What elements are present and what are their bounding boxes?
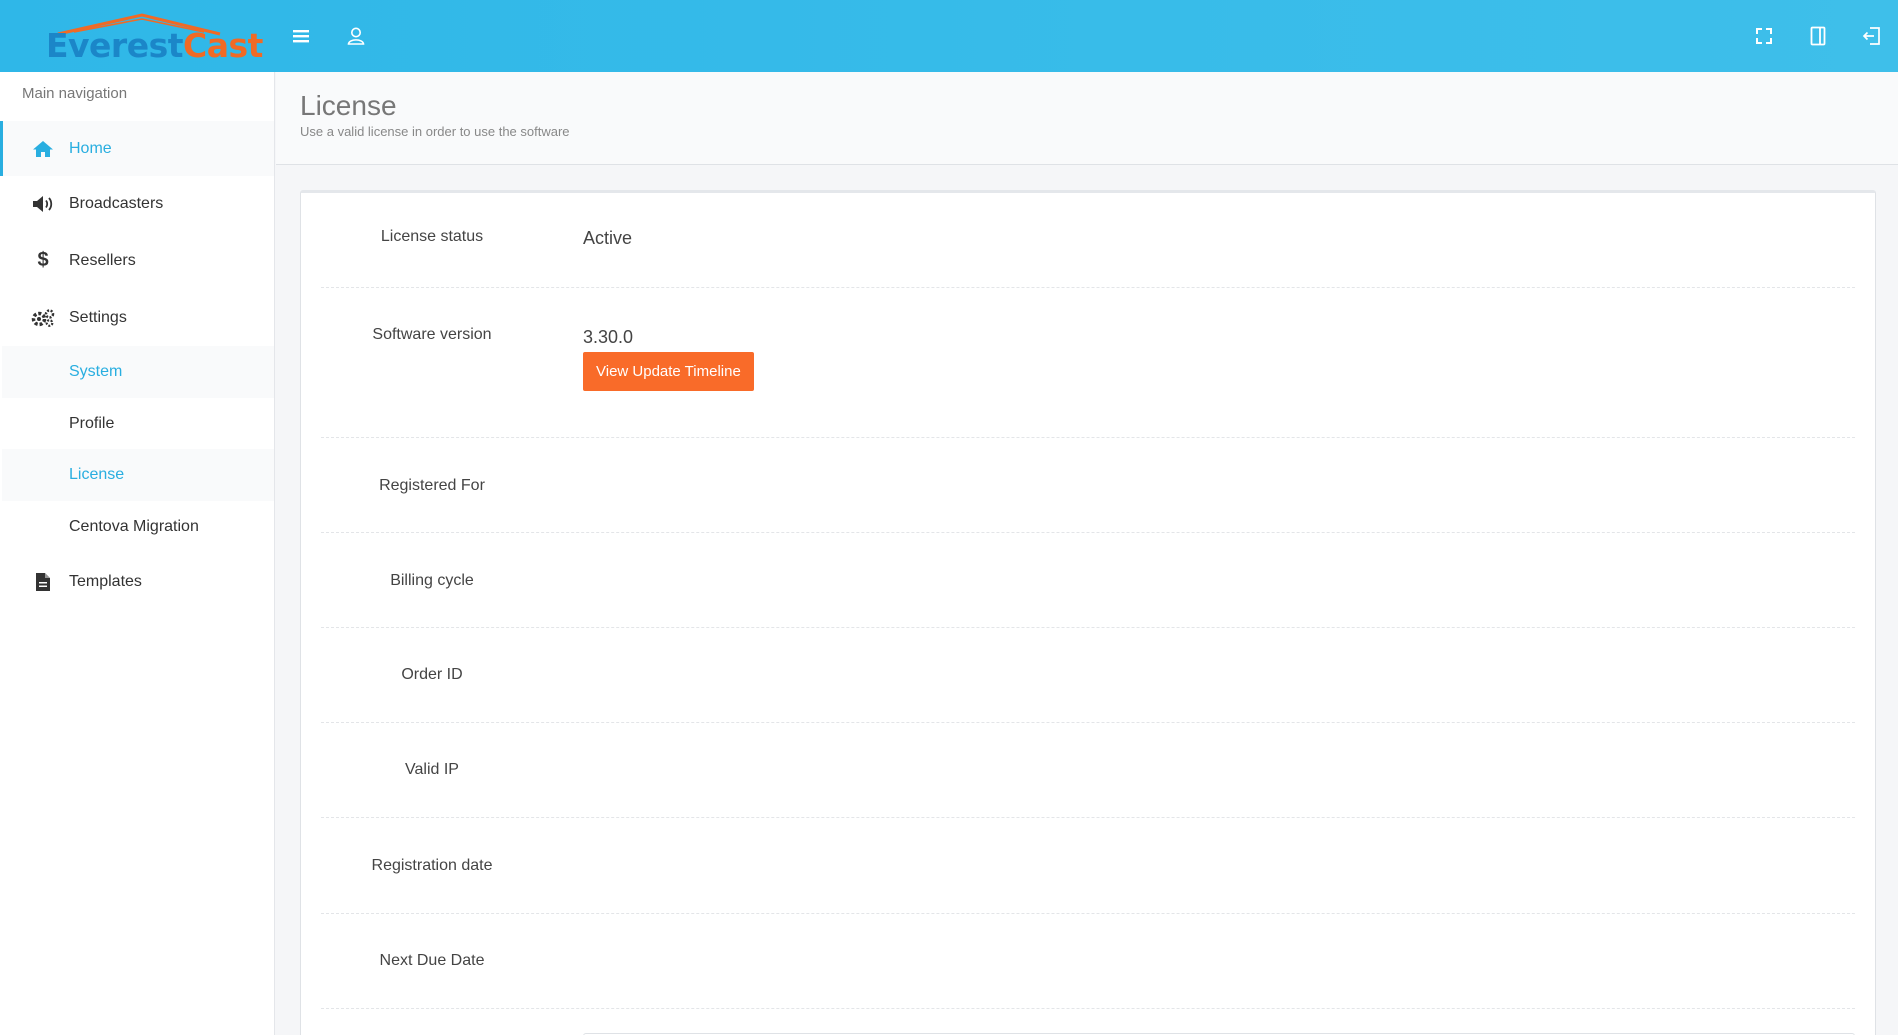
sidebar-item-templates[interactable]: Templates [0, 554, 274, 609]
sidebar-item-label: Settings [69, 308, 127, 326]
sidebar-subitem-profile[interactable]: Profile [2, 398, 274, 450]
row-label: Software version [372, 326, 492, 343]
panel-icon[interactable] [1804, 22, 1832, 50]
dollar-icon: $ [37, 249, 49, 271]
license-row-registered-for: Registered For [321, 438, 1855, 533]
sidebar-subitem-centova-migration[interactable]: Centova Migration [2, 501, 274, 553]
row-label: Valid IP [405, 761, 459, 778]
license-row-valid-ip: Valid IP [321, 723, 1855, 818]
row-label: License status [380, 228, 484, 245]
page-subtitle: Use a valid license in order to use the … [300, 124, 570, 139]
file-icon [30, 572, 56, 592]
row-label: Order ID [401, 666, 463, 683]
row-label: Next Due Date [379, 952, 485, 969]
user-icon[interactable] [342, 22, 370, 50]
sidebar-subitem-system[interactable]: System [2, 346, 274, 398]
sidebar-item-label: Home [69, 139, 112, 157]
menu-icon[interactable] [288, 22, 316, 50]
logo-part-everest: Everest [46, 26, 184, 65]
license-status-value: Active [583, 228, 633, 248]
home-icon [30, 140, 56, 158]
logout-icon[interactable] [1858, 22, 1886, 50]
sidebar-subitem-license[interactable]: License [2, 449, 274, 501]
view-update-timeline-button[interactable]: View Update Timeline [583, 352, 754, 391]
license-row-version: Software version 3.30.0 View Update Time… [321, 288, 1855, 438]
row-label: Registration date [371, 857, 493, 874]
license-row-order-id: Order ID [321, 628, 1855, 723]
license-row-next-due-date: Next Due Date [321, 914, 1855, 1009]
sidebar: Main navigation Home Broadcasters $ Rese… [0, 72, 275, 1035]
row-label: Billing cycle [390, 572, 474, 589]
license-card: License status Active Software version 3… [300, 190, 1876, 1035]
license-row-status: License status Active [321, 193, 1855, 288]
row-label: Registered For [379, 477, 485, 494]
volume-icon [30, 195, 56, 213]
brand-logo[interactable]: EverestCast [44, 12, 263, 65]
sidebar-item-label: Templates [69, 572, 142, 590]
logo-wordmark: EverestCast [46, 26, 263, 66]
sidebar-item-label: Broadcasters [69, 194, 164, 212]
page-title: License [300, 90, 397, 121]
sidebar-heading: Main navigation [22, 85, 128, 102]
license-row-registration-date: Registration date [321, 818, 1855, 914]
logo-part-cast: Cast [183, 26, 263, 65]
sidebar-item-settings[interactable]: Settings [0, 290, 274, 345]
top-bar: EverestCast [0, 0, 1898, 72]
gears-icon [30, 308, 56, 328]
sidebar-item-label: Resellers [69, 251, 136, 269]
sidebar-item-home[interactable]: Home [0, 121, 274, 176]
software-version-value: 3.30.0 [583, 327, 634, 347]
sidebar-item-resellers[interactable]: $ Resellers [0, 233, 274, 288]
license-row-billing-cycle: Billing cycle [321, 533, 1855, 628]
sidebar-item-broadcasters[interactable]: Broadcasters [0, 176, 274, 231]
content-header: License Use a valid license in order to … [276, 72, 1898, 165]
fullscreen-icon[interactable] [1750, 22, 1778, 50]
